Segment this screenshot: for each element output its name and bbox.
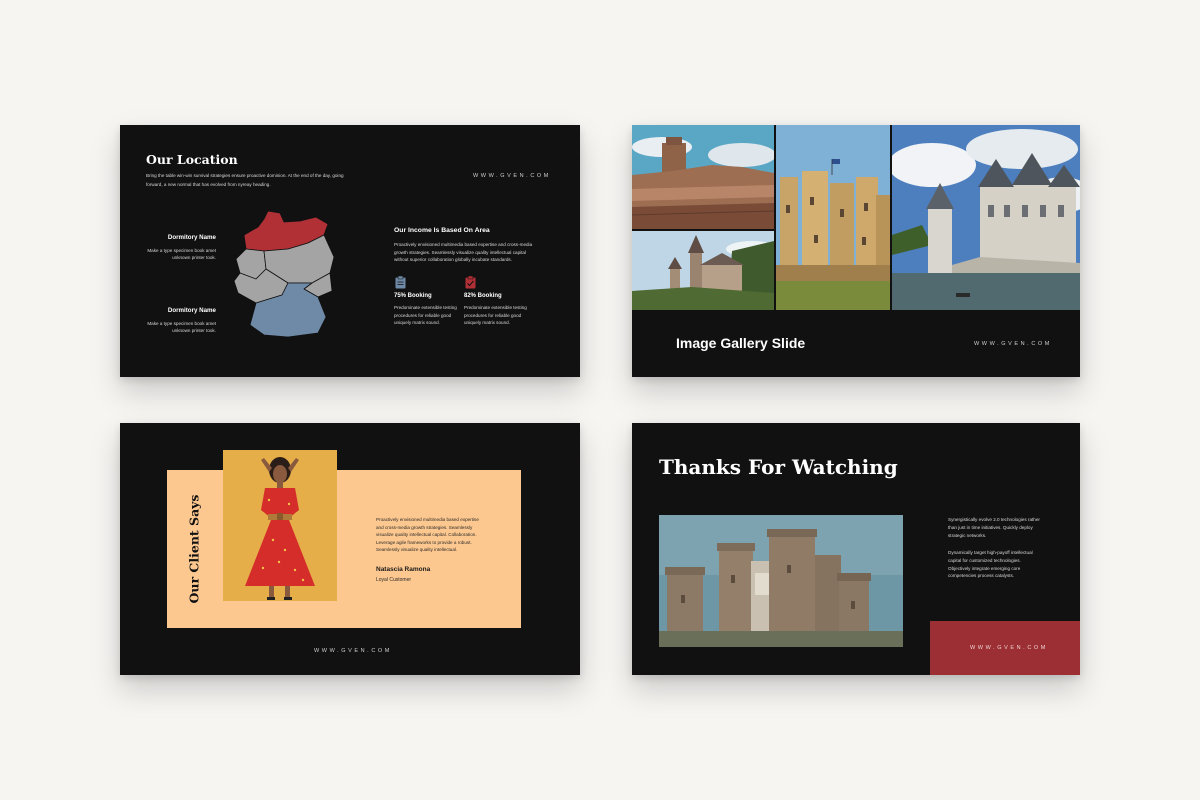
castle-nuovo-photo (659, 515, 903, 647)
client-role: Loyal Customer (376, 577, 412, 583)
dormitory-2-desc: Make a type specimen book amet unknown p… (147, 321, 216, 333)
dormitory-1-desc: Make a type specimen book amet unknown p… (147, 248, 216, 260)
thanks-title: Thanks For Watching (659, 455, 898, 479)
dormitory-1-name: Dormitory Name (167, 234, 216, 241)
stat-2-label: 82% Booking (464, 293, 502, 299)
thanks-text-1: Synergistically evolve 2.0 technologies … (948, 517, 1040, 538)
slide-image-gallery[interactable]: Image Gallery Slide WWW.GVEN.COM (632, 125, 1080, 377)
slide-our-location[interactable]: Our Location Bring the table win-win sur… (120, 125, 580, 377)
stat-1-label: 75% Booking (394, 293, 432, 299)
stone-castle-photo (776, 125, 890, 310)
dormitory-2-name: Dormitory Name (167, 307, 216, 314)
client-site-url: WWW.GVEN.COM (314, 648, 392, 654)
income-title: Our Income Is Based On Area (394, 227, 490, 234)
ruins-photo (632, 125, 774, 229)
slide-thanks[interactable]: Thanks For Watching Synergistically evol… (632, 423, 1080, 675)
location-site-url: WWW.GVEN.COM (473, 173, 551, 179)
location-intro: Bring the table win-win survival strateg… (146, 173, 344, 187)
chateau-photo (892, 125, 1080, 310)
stat-2-text: Predominate extensible testing procedure… (464, 305, 527, 326)
location-title: Our Location (146, 152, 238, 167)
client-says-title: Our Client Says (186, 494, 202, 604)
income-text: Proactively envisioned multimedia based … (394, 242, 533, 263)
clipboard-icon (395, 276, 406, 289)
thanks-text-2: Dynamically target high-payoff intellect… (948, 550, 1033, 579)
slide-client-says[interactable]: Our Client Says Proactively envisioned m… (120, 423, 580, 675)
hill-castle-photo (632, 231, 774, 310)
client-name: Natascia Ramona (376, 566, 431, 573)
germany-map (233, 210, 335, 338)
thanks-site-url: WWW.GVEN.COM (970, 645, 1048, 651)
clipboard-check-icon (465, 276, 476, 289)
client-quote: Proactively envisioned multimedia based … (376, 517, 479, 553)
gallery-site-url: WWW.GVEN.COM (974, 341, 1052, 347)
client-photo (223, 450, 337, 601)
stat-1-text: Predominate extensible testing procedure… (394, 305, 457, 326)
gallery-title: Image Gallery Slide (676, 335, 806, 351)
